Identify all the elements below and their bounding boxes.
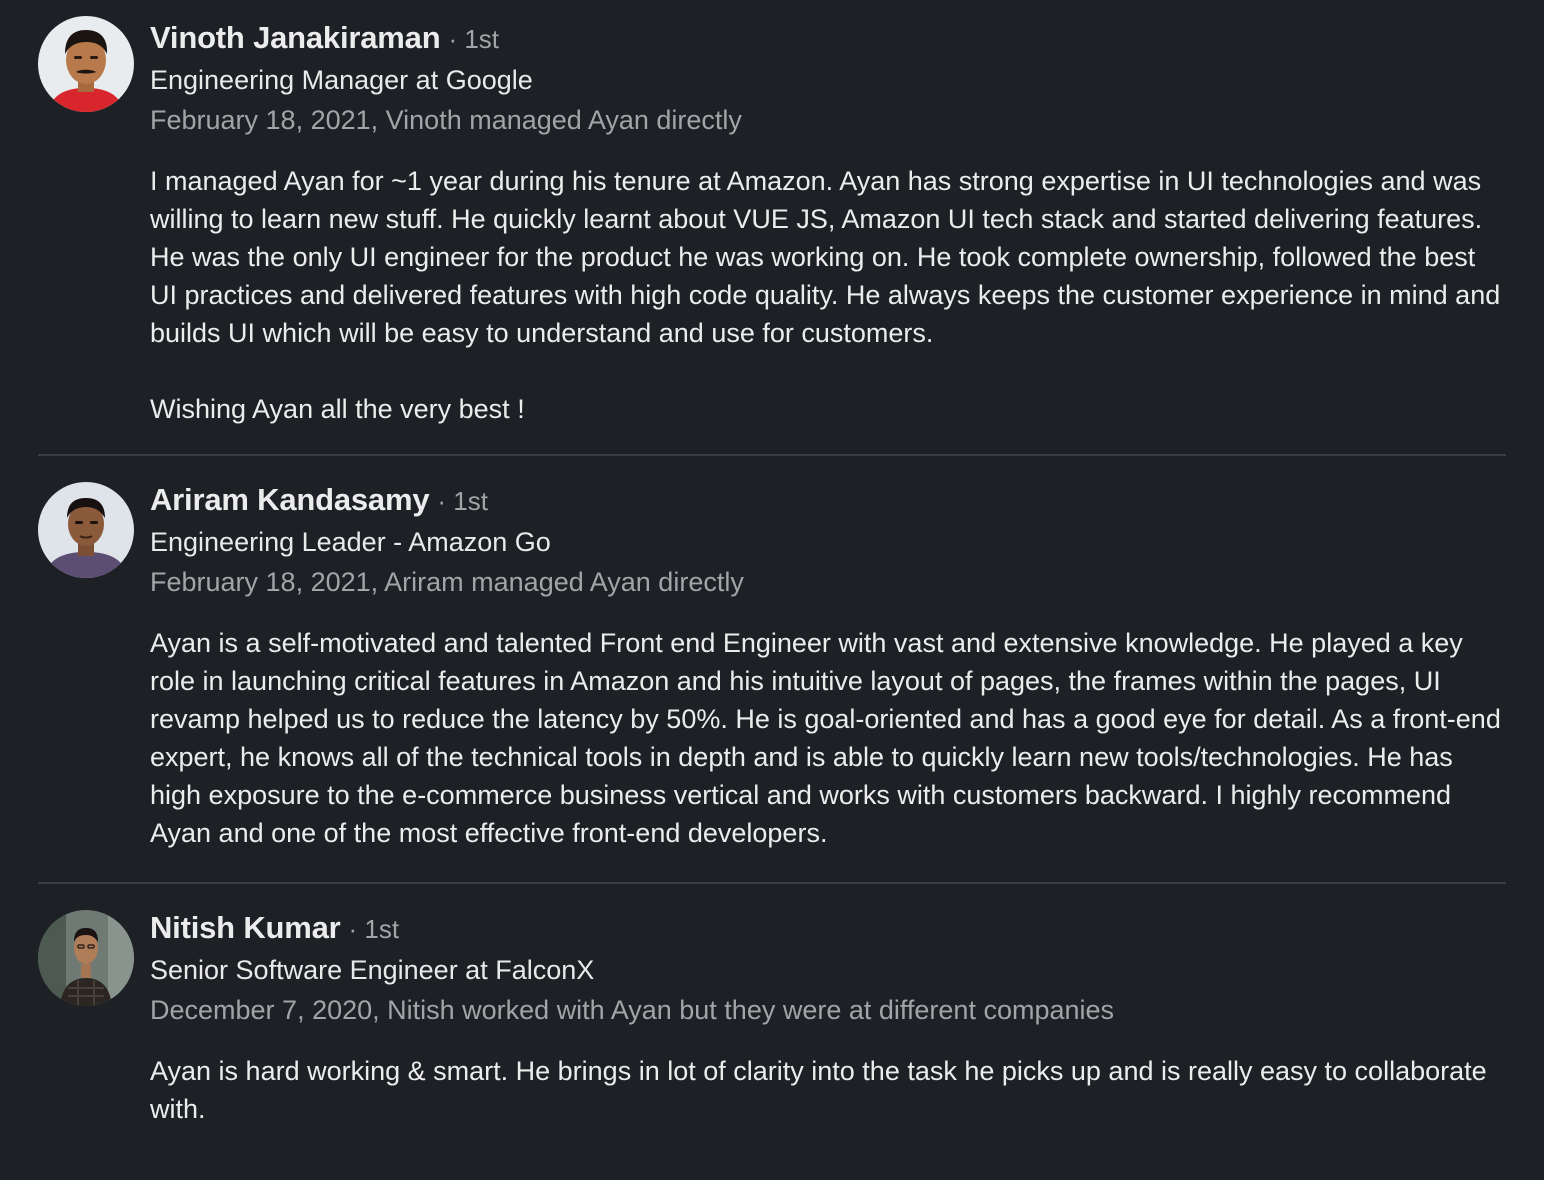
connection-degree: · 1st [437, 486, 488, 516]
avatar[interactable] [38, 16, 134, 112]
name-line: Nitish Kumar · 1st [150, 910, 1506, 950]
recommender-name[interactable]: Ariram Kandasamy [150, 482, 430, 518]
recommendation-paragraph: I managed Ayan for ~1 year during his te… [150, 166, 1501, 348]
recommender-headline: Engineering Manager at Google [150, 65, 533, 95]
recommendation-text: Ayan is a self-motivated and talented Fr… [150, 624, 1508, 852]
recommendation-meta: February 18, 2021, Ariram managed Ayan d… [150, 567, 744, 597]
avatar[interactable] [38, 910, 134, 1006]
connection-degree: · 1st [448, 24, 500, 54]
recommendation-paragraph: Ayan is a self-motivated and talented Fr… [150, 628, 1501, 848]
recommendation-item: Nitish Kumar · 1st Senior Software Engin… [38, 884, 1506, 1178]
connection-degree: · 1st [348, 914, 400, 944]
recommendation-text: Ayan is hard working & smart. He brings … [150, 1052, 1508, 1128]
name-line: Vinoth Janakiraman · 1st [150, 20, 1506, 60]
recommendation-item: Ariram Kandasamy · 1st Engineering Leade… [38, 456, 1506, 884]
profile-photo-nitish [38, 910, 134, 1006]
profile-photo-ariram [38, 482, 134, 578]
recommendation-item: Vinoth Janakiraman · 1st Engineering Man… [38, 0, 1506, 456]
recommendation-paragraph: Ayan is hard working & smart. He brings … [150, 1056, 1487, 1124]
recommendation-text: I managed Ayan for ~1 year during his te… [150, 162, 1508, 428]
avatar[interactable] [38, 482, 134, 578]
recommendations-list: Vinoth Janakiraman · 1st Engineering Man… [38, 0, 1506, 1178]
recommender-headline: Senior Software Engineer at FalconX [150, 955, 595, 985]
recommender-name[interactable]: Vinoth Janakiraman [150, 20, 441, 56]
recommendation-paragraph: Wishing Ayan all the very best ! [150, 394, 525, 424]
recommendation-meta: December 7, 2020, Nitish worked with Aya… [150, 995, 1115, 1025]
recommender-name[interactable]: Nitish Kumar [150, 910, 341, 946]
recommendation-meta: February 18, 2021, Vinoth managed Ayan d… [150, 105, 742, 135]
profile-photo-vinoth [38, 16, 134, 112]
recommender-headline: Engineering Leader - Amazon Go [150, 527, 551, 557]
name-line: Ariram Kandasamy · 1st [150, 482, 1506, 522]
